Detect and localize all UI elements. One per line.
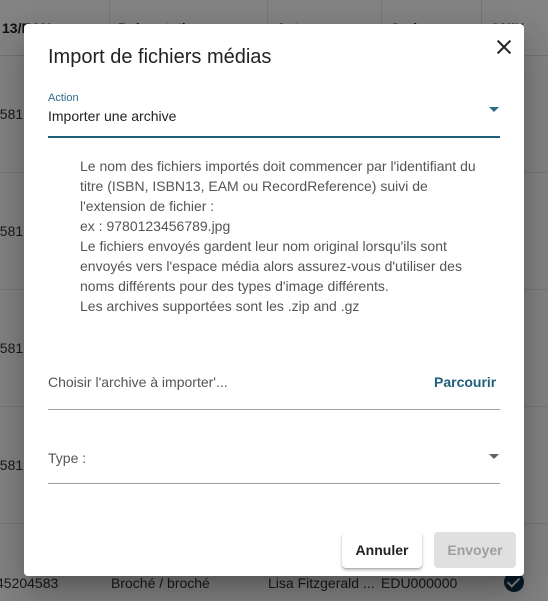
instruction-line: noms différents pour des types d'image d…	[80, 278, 389, 294]
import-media-dialog: Import de fichiers médias Action Importe…	[24, 24, 524, 576]
close-icon[interactable]	[490, 34, 518, 62]
browse-button[interactable]: Parcourir	[434, 374, 496, 390]
chevron-down-icon	[489, 454, 499, 459]
chevron-down-icon	[489, 107, 499, 112]
instruction-line: l'extension de fichier :	[80, 198, 215, 214]
instruction-line: Les archives supportées sont les .zip an…	[80, 298, 360, 314]
type-select[interactable]: Type :	[48, 442, 500, 484]
instruction-line: ex : 9780123456789.jpg	[80, 218, 231, 234]
archive-file-input[interactable]: Choisir l'archive à importer'... Parcour…	[48, 364, 500, 410]
instruction-line: titre (ISBN, ISBN13, EAM ou RecordRefere…	[80, 178, 428, 194]
instruction-line: envoyés vers l'espace média alors assure…	[80, 258, 462, 274]
file-placeholder: Choisir l'archive à importer'...	[48, 374, 228, 390]
action-select[interactable]: Action Importer une archive	[48, 92, 500, 138]
instruction-line: Le fichiers envoyés gardent leur nom ori…	[80, 238, 447, 254]
type-label: Type :	[48, 450, 87, 466]
submit-button[interactable]: Envoyer	[434, 532, 516, 568]
action-label: Action	[48, 92, 79, 104]
action-value: Importer une archive	[48, 108, 177, 124]
dialog-title: Import de fichiers médias	[48, 46, 272, 68]
import-instructions: Le nom des fichiers importés doit commen…	[80, 156, 520, 316]
instruction-line: Le nom des fichiers importés doit commen…	[80, 158, 476, 174]
cancel-button[interactable]: Annuler	[342, 532, 422, 568]
